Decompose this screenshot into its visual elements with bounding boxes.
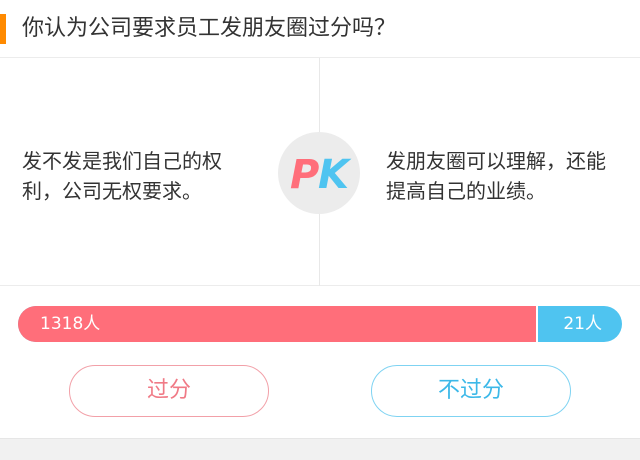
pk-letter-p: P (290, 152, 319, 198)
pk-letter-k: K (318, 152, 352, 198)
right-opinion: 发朋友圈可以理解，还能提高自己的业绩。 (386, 149, 606, 203)
pk-poll-card: 你认为公司要求员工发朋友圈过分吗？ 发不发是我们自己的权利，公司无权要求。 P … (0, 0, 640, 460)
vote-result-bar: 1318人 21人 (18, 306, 622, 342)
pk-badge: P K (278, 132, 360, 214)
poll-header: 你认为公司要求员工发朋友圈过分吗？ (0, 0, 640, 58)
footer-strip (0, 438, 640, 460)
poll-question: 你认为公司要求员工发朋友圈过分吗？ (22, 16, 397, 41)
right-vote-count: 21人 (563, 314, 602, 334)
left-vote-count: 1318人 (40, 314, 101, 334)
vote-not-excessive-button[interactable]: 不过分 (371, 365, 571, 417)
header-accent-bar (0, 14, 6, 44)
vote-excessive-button[interactable]: 过分 (69, 365, 269, 417)
left-opinion: 发不发是我们自己的权利，公司无权要求。 (22, 149, 222, 203)
pk-logo-icon: P K (290, 152, 352, 198)
pk-area: 发不发是我们自己的权利，公司无权要求。 P K 发朋友圈可以理解，还能提高自己的… (0, 58, 640, 286)
